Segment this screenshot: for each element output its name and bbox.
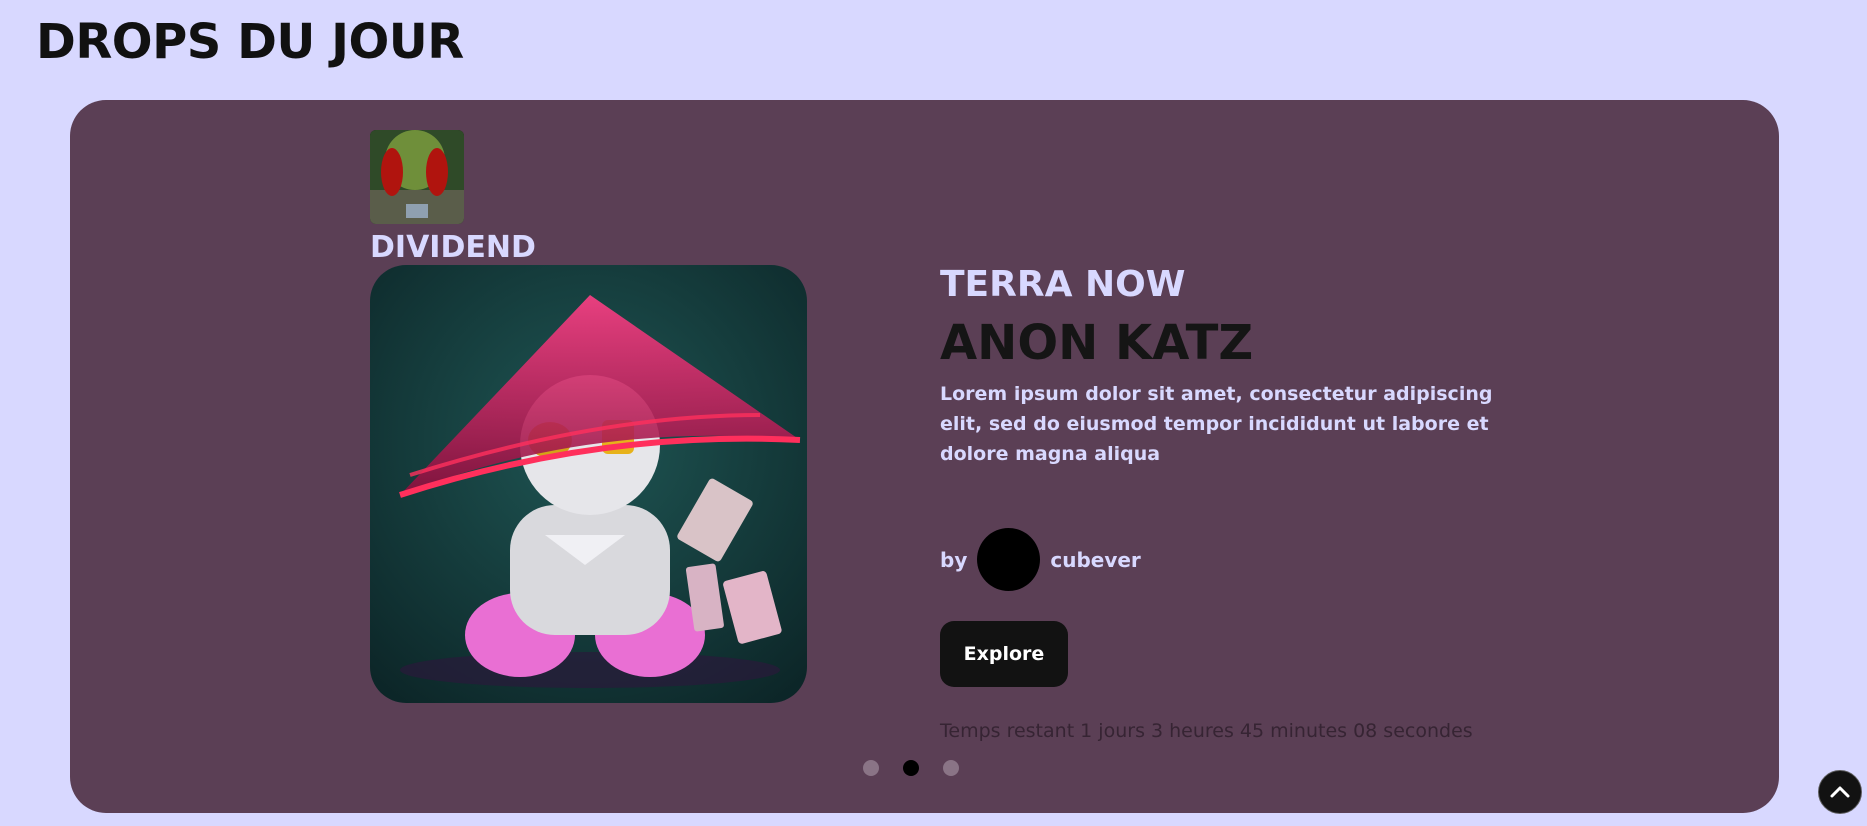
by-label: by — [940, 547, 968, 572]
creator-name[interactable]: cubever — [1050, 548, 1140, 572]
creator-row: by cubever — [940, 528, 1141, 591]
carousel-dot-3[interactable] — [943, 760, 959, 776]
nft-artwork[interactable] — [370, 265, 807, 703]
collection-thumbnail[interactable] — [370, 130, 464, 224]
nft-description: Lorem ipsum dolor sit amet, consectetur … — [940, 383, 1493, 466]
page-title: DROPS DU JOUR — [36, 14, 464, 70]
carousel-dots — [863, 760, 959, 776]
scroll-to-top-button[interactable] — [1818, 770, 1862, 814]
nft-title: ANON KATZ — [940, 314, 1254, 371]
countdown-timer: Temps restant 1 jours 3 heures 45 minute… — [940, 720, 1473, 742]
carousel-dot-1[interactable] — [863, 760, 879, 776]
creator-avatar[interactable] — [977, 528, 1041, 591]
collection-name: DIVIDEND — [370, 230, 536, 265]
drop-carousel: DIVIDEND TERRA NOW ANON KATZ Lorem ipsum… — [70, 100, 1779, 813]
brand-name: TERRA NOW — [940, 264, 1186, 305]
drop-info: TERRA NOW ANON KATZ Lorem ipsum dolor si… — [940, 265, 1500, 469]
explore-button[interactable]: Explore — [940, 621, 1068, 687]
chevron-up-icon — [1830, 786, 1850, 798]
carousel-dot-2[interactable] — [903, 760, 919, 776]
